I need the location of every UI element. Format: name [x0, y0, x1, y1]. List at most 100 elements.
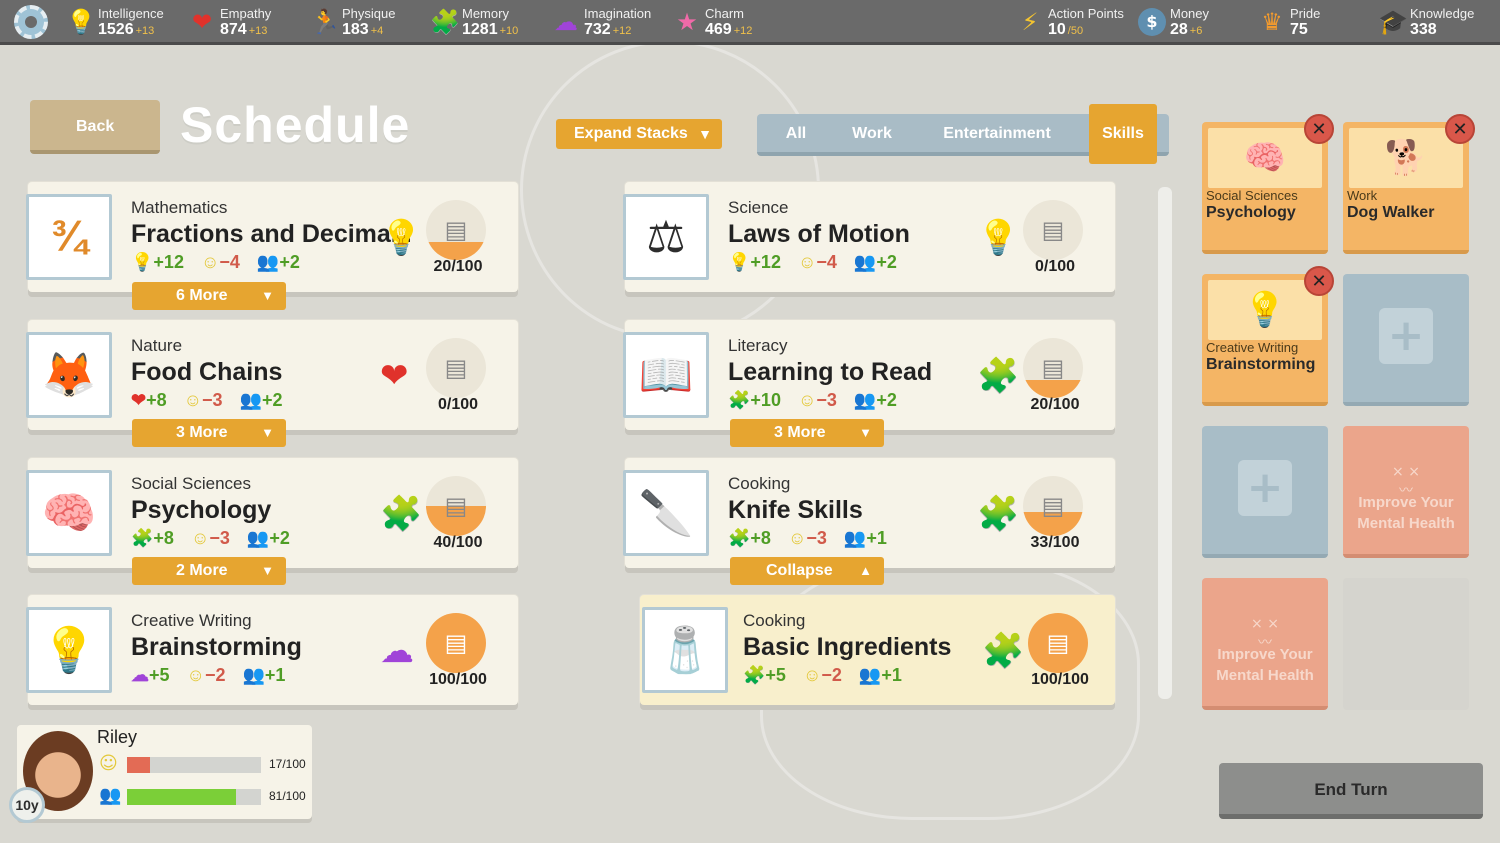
- open-book-icon: 📖: [623, 332, 709, 418]
- mental-health-slot[interactable]: × × 〰 Improve Your Mental Health: [1202, 578, 1328, 710]
- skill-card[interactable]: 🔪 Cooking Knife Skills 🧩+8 ☺−3 👥+1 🧩 ▤ 3…: [623, 458, 1115, 568]
- collapse-button[interactable]: Collapse ▲: [730, 557, 884, 585]
- slot-name: Brainstorming: [1206, 356, 1316, 373]
- empty-slot[interactable]: +: [1202, 426, 1328, 558]
- social-fill: [127, 789, 236, 805]
- chevron-up-icon: ▲: [859, 563, 872, 578]
- more-button[interactable]: 2 More ▼: [132, 557, 286, 585]
- add-calendar-icon: +: [1238, 460, 1292, 516]
- more-button[interactable]: 6 More ▼: [132, 282, 286, 310]
- skill-name: Psychology: [131, 496, 272, 524]
- end-turn-button[interactable]: End Turn: [1219, 763, 1483, 819]
- close-icon[interactable]: ✕: [1445, 114, 1475, 144]
- scrollbar[interactable]: [1158, 187, 1172, 699]
- page-title: Schedule: [180, 97, 411, 153]
- skill-name: Learning to Read: [728, 358, 933, 386]
- slot-category: Work: [1347, 188, 1378, 203]
- crown-icon: ♛: [1261, 8, 1283, 36]
- progress-text: 100/100: [1031, 671, 1089, 688]
- star-icon: ★: [676, 8, 698, 36]
- character-panel[interactable]: 10y Riley ☺ 17/100 👥 81/100: [9, 725, 312, 823]
- lightbulb-icon: 💡: [977, 218, 1020, 258]
- book-icon: ▤: [1023, 200, 1083, 260]
- book-icon: ▤: [426, 613, 486, 673]
- puzzle-icon: 🧩: [982, 631, 1025, 671]
- puzzle-icon: 🧩: [430, 8, 460, 36]
- book-icon: ▤: [1023, 338, 1083, 398]
- skill-effects: 🧩+8 ☺−3 👥+1: [728, 528, 887, 548]
- skill-effects: 🧩+5 ☺−2 👥+1: [743, 665, 902, 685]
- close-icon[interactable]: ✕: [1304, 266, 1334, 296]
- skill-name: Fractions and Decima...: [131, 220, 412, 248]
- tab-skills[interactable]: Skills: [1089, 104, 1157, 164]
- slot-category: Creative Writing: [1206, 340, 1299, 355]
- book-icon: ▤: [426, 200, 486, 260]
- skill-name: Food Chains: [131, 358, 283, 386]
- tab-entertainment[interactable]: Entertainment: [927, 114, 1067, 154]
- dog-icon: 🐕: [1349, 128, 1463, 188]
- puzzle-icon: 🧩: [977, 494, 1020, 534]
- spice-jars-icon: 🧂: [642, 607, 728, 693]
- age-badge: 10y: [9, 787, 45, 823]
- tab-all[interactable]: All: [771, 114, 821, 154]
- progress-text: 40/100: [433, 534, 483, 551]
- progress-text: 33/100: [1030, 534, 1080, 551]
- lightning-icon: ⚡: [1021, 8, 1039, 36]
- progress-text: 20/100: [1030, 396, 1080, 413]
- happiness-fill: [127, 757, 150, 773]
- skill-card[interactable]: 🦊 Nature Food Chains ❤+8 ☺−3 👥+2 ❤ ▤ 0/1…: [26, 320, 518, 430]
- skill-category: Creative Writing: [131, 611, 252, 630]
- skill-effects: 🧩+8 ☺−3 👥+2: [131, 528, 290, 548]
- skill-card[interactable]: ⚖ Science Laws of Motion 💡+12 ☺−4 👥+2 💡 …: [623, 182, 1115, 292]
- puzzle-icon: 🧩: [380, 494, 423, 534]
- slot-name: Psychology: [1206, 204, 1296, 221]
- close-icon[interactable]: ✕: [1304, 114, 1334, 144]
- brain-puzzle-icon: 🧠: [26, 470, 112, 556]
- scheduled-slot[interactable]: 🐕 Work Dog Walker ✕: [1343, 114, 1475, 254]
- book-icon: ▤: [1028, 613, 1088, 673]
- skill-effects: ☁+5 ☺−2 👥+1: [131, 665, 286, 685]
- more-button[interactable]: 3 More ▼: [132, 419, 286, 447]
- fox-rabbit-icon: 🦊: [26, 332, 112, 418]
- scheduled-slot[interactable]: 🧠 Social Sciences Psychology ✕: [1202, 114, 1334, 254]
- expand-stacks-button[interactable]: Expand Stacks ▼: [556, 119, 722, 149]
- back-button[interactable]: Back: [30, 100, 160, 154]
- grad-cap-icon: 🎓: [1378, 8, 1408, 36]
- people-icon: 👥: [99, 785, 122, 806]
- skill-name: Basic Ingredients: [743, 633, 952, 661]
- skill-name: Knife Skills: [728, 496, 863, 524]
- skill-card[interactable]: 🧂 Cooking Basic Ingredients 🧩+5 ☺−2 👥+1 …: [640, 595, 1115, 705]
- skill-card[interactable]: 💡 Creative Writing Brainstorming ☁+5 ☺−2…: [26, 595, 518, 705]
- skill-card[interactable]: ¾ Mathematics Fractions and Decima... 💡+…: [26, 182, 518, 292]
- chevron-down-icon: ▼: [261, 288, 274, 303]
- skill-card[interactable]: 📖 Literacy Learning to Read 🧩+10 ☺−3 👥+2…: [623, 320, 1115, 430]
- character-name: Riley: [97, 727, 138, 747]
- more-button[interactable]: 3 More ▼: [730, 419, 884, 447]
- progress-text: 0/100: [1034, 258, 1076, 275]
- filter-tabs: All Work Entertainment Skills: [757, 104, 1169, 164]
- lightbulb-icon: 💡: [380, 218, 423, 258]
- skill-category: Cooking: [743, 611, 806, 630]
- skill-card[interactable]: 🧠 Social Sciences Psychology 🧩+8 ☺−3 👥+2…: [26, 458, 518, 568]
- skill-effects: 🧩+10 ☺−3 👥+2: [728, 390, 897, 410]
- mental-health-slot[interactable]: × × 〰 Improve Your Mental Health: [1343, 426, 1469, 558]
- scheduled-slot[interactable]: 💡 Creative Writing Brainstorming ✕: [1202, 266, 1334, 406]
- chevron-down-icon: ▼: [261, 563, 274, 578]
- idea-bulb-icon: 💡: [26, 607, 112, 693]
- cloud-icon: ☁: [554, 8, 578, 36]
- empty-slot[interactable]: +: [1343, 274, 1469, 406]
- skill-effects: 💡+12 ☺−4 👥+2: [728, 252, 897, 272]
- skill-name: Laws of Motion: [728, 220, 910, 248]
- tab-work[interactable]: Work: [841, 114, 903, 154]
- book-icon: ▤: [426, 338, 486, 398]
- skill-category: Social Sciences: [131, 474, 252, 493]
- skill-category: Literacy: [728, 336, 788, 355]
- gear-icon[interactable]: [14, 5, 48, 39]
- coin-icon: $: [1138, 8, 1166, 36]
- progress-text: 20/100: [433, 258, 483, 275]
- newtons-cradle-icon: ⚖: [623, 194, 709, 280]
- heart-icon: ❤: [191, 8, 213, 36]
- puzzle-icon: 🧩: [977, 356, 1020, 396]
- book-icon: ▤: [1023, 476, 1083, 536]
- progress-text: 100/100: [429, 671, 487, 688]
